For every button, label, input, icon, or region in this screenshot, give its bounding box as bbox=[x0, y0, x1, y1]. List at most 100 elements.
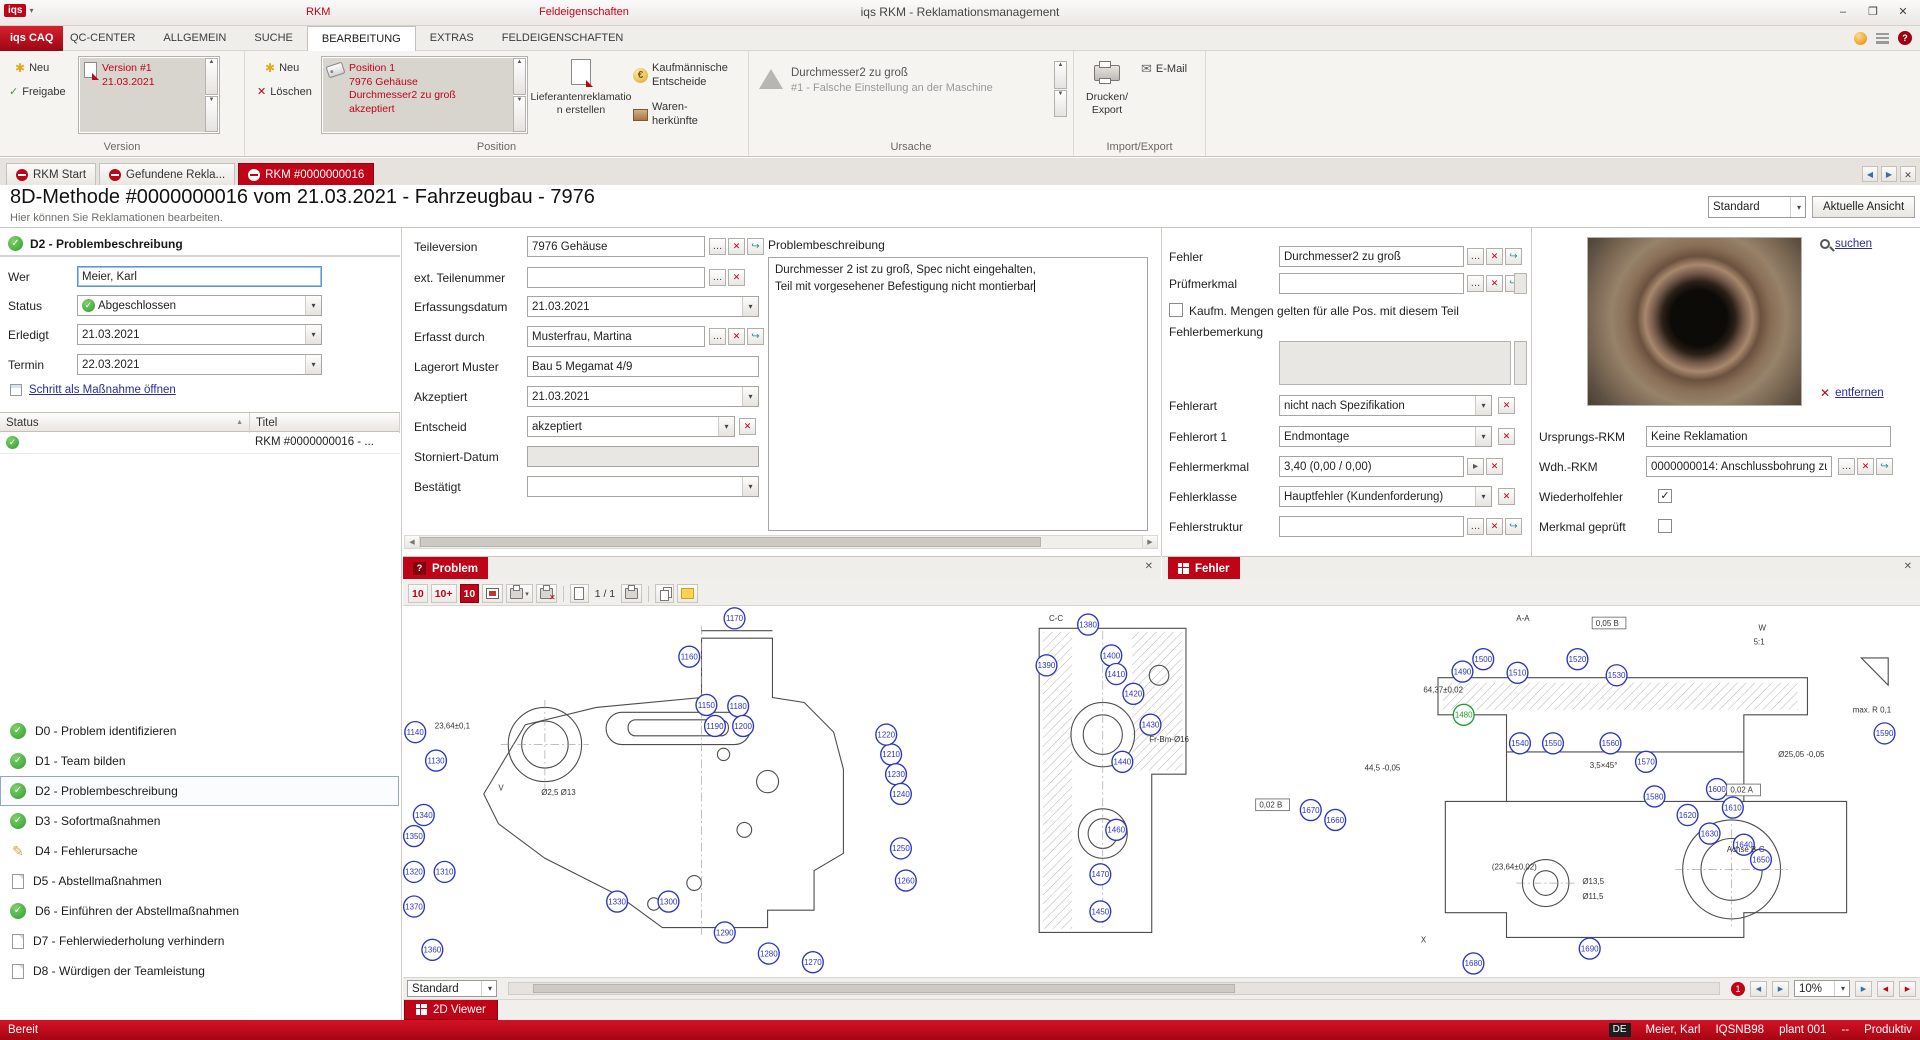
monitor-button[interactable] bbox=[482, 584, 503, 603]
step-item-d5[interactable]: D5 - Abstellmaßnahmen bbox=[0, 866, 399, 896]
minimize-button[interactable]: – bbox=[1828, 1, 1858, 23]
fehler-clear-button[interactable]: ✕ bbox=[1486, 248, 1503, 265]
printer-button[interactable]: ▾ bbox=[506, 584, 533, 603]
erledigt-dropdown-button[interactable]: ▾ bbox=[305, 325, 321, 344]
status-dropdown-button[interactable]: ▾ bbox=[305, 296, 321, 315]
step-item-d2[interactable]: ✓D2 - Problembeschreibung bbox=[0, 776, 399, 806]
version-list-item[interactable]: Version #121.03.2021 bbox=[80, 58, 205, 132]
problem-hscrollbar[interactable]: ◀ ▶ bbox=[404, 535, 1158, 549]
erledigt-select[interactable]: 21.03.2021▾ bbox=[77, 324, 322, 345]
status-select[interactable]: ✓Abgeschlossen▾ bbox=[77, 295, 322, 316]
kaufm-mengen-checkbox[interactable] bbox=[1169, 303, 1183, 317]
step-item-d3[interactable]: ✓D3 - Sofortmaßnahmen bbox=[0, 806, 399, 836]
fehlerstruktur-browse-button[interactable]: … bbox=[1467, 518, 1484, 535]
schritt-als-massnahme-link[interactable]: Schritt als Maßnahme öffnen bbox=[29, 384, 176, 396]
entscheid-select[interactable]: akzeptiert▾ bbox=[527, 416, 735, 437]
wdh-rkm-clear-button[interactable]: ✕ bbox=[1857, 458, 1874, 475]
viewer-step-button[interactable]: ▶ bbox=[1855, 981, 1872, 997]
position-neu-button[interactable]: ✱Neu bbox=[262, 59, 302, 77]
problem-tab[interactable]: ? Problem bbox=[403, 557, 488, 580]
erfasst-durch-clear-button[interactable]: ✕ bbox=[728, 328, 745, 345]
viewer-prev-button[interactable]: ◀ bbox=[1750, 981, 1767, 997]
position-spinner[interactable]: ▲▼ bbox=[513, 58, 526, 132]
pruefmerkmal-input[interactable] bbox=[1279, 273, 1464, 294]
scrollbar-thumb[interactable] bbox=[533, 984, 1235, 993]
page-button[interactable] bbox=[570, 584, 589, 603]
viewer-last-button[interactable]: ▶ bbox=[1899, 981, 1916, 997]
entscheid-clear-button[interactable]: ✕ bbox=[739, 418, 756, 435]
ursache-spinner[interactable]: ▲▼ bbox=[1054, 61, 1067, 117]
step-item-d7[interactable]: D7 - Fehlerwiederholung verhindern bbox=[0, 926, 399, 956]
fehlermerkmal-input[interactable]: 3,40 (0,00 / 0,00) bbox=[1279, 456, 1464, 477]
aktuelle-ansicht-button[interactable]: Aktuelle Ansicht bbox=[1812, 196, 1915, 218]
ext-teilenummer-input[interactable] bbox=[527, 267, 705, 288]
maximize-button[interactable]: ❐ bbox=[1858, 1, 1888, 23]
teileversion-goto-button[interactable]: ↪ bbox=[747, 238, 764, 255]
step-item-d6[interactable]: ✓D6 - Einführen der Abstellmaßnahmen bbox=[0, 896, 399, 926]
erfasst-durch-goto-button[interactable]: ↪ bbox=[747, 328, 764, 345]
pruefmerkmal-clear-button[interactable]: ✕ bbox=[1486, 275, 1503, 292]
fehlerart-clear-button[interactable]: ✕ bbox=[1498, 397, 1515, 414]
warenherkuenfte-button[interactable]: Waren-herkünfte bbox=[630, 99, 701, 131]
email-button[interactable]: ✉E-Mail bbox=[1138, 59, 1190, 79]
scroll-left-arrow[interactable]: ◀ bbox=[405, 536, 420, 548]
column-header-titel[interactable]: Titel bbox=[250, 413, 400, 433]
wiederholfehler-checkbox[interactable]: ✓ bbox=[1658, 489, 1672, 503]
ext-teilenummer-browse-button[interactable]: … bbox=[709, 269, 726, 286]
fehlerart-dropdown-button[interactable]: ▾ bbox=[1475, 396, 1491, 415]
fehlerklasse-select[interactable]: Hauptfehler (Kundenforderung)▾ bbox=[1279, 486, 1492, 507]
drawing-canvas[interactable]: 1130114011501160117011801190120012101220… bbox=[403, 606, 1920, 977]
ribbon-tab-bearbeitung[interactable]: BEARBEITUNG bbox=[307, 26, 416, 51]
ursprungs-rkm-input[interactable]: Keine Reklamation bbox=[1646, 426, 1891, 447]
fehlerbemerkung-textarea[interactable] bbox=[1279, 341, 1511, 385]
lagerort-muster-input[interactable]: Bau 5 Megamat 4/9 bbox=[527, 356, 759, 377]
viewer-hscrollbar[interactable] bbox=[508, 982, 1720, 995]
copy-button[interactable] bbox=[655, 584, 674, 603]
teileversion-browse-button[interactable]: … bbox=[709, 238, 726, 255]
balloon-filter-10-button[interactable]: 10 bbox=[408, 584, 428, 603]
close-button[interactable]: ✕ bbox=[1888, 1, 1918, 23]
tabs-scroll-right-button[interactable]: ▶ bbox=[1881, 166, 1897, 182]
document-tab-rkm-start[interactable]: RKM Start bbox=[6, 163, 96, 185]
table-row[interactable]: ✓ RKM #0000000016 - ... bbox=[0, 432, 400, 454]
problem-close-button[interactable]: ✕ bbox=[1145, 561, 1153, 572]
wdh-rkm-input[interactable]: 0000000014: Anschlussbohrung zu ... bbox=[1646, 456, 1832, 477]
fehlerort-1-dropdown-button[interactable]: ▾ bbox=[1475, 427, 1491, 446]
tabs-scroll-left-button[interactable]: ◀ bbox=[1862, 166, 1878, 182]
bestaetigt-select[interactable]: ▾ bbox=[527, 476, 759, 497]
fehler-tab[interactable]: Fehler bbox=[1168, 557, 1240, 580]
column-header-status[interactable]: Status▲ bbox=[0, 413, 250, 433]
bestaetigt-dropdown-button[interactable]: ▾ bbox=[742, 477, 758, 496]
zoom-select[interactable]: 10%▾ bbox=[1794, 980, 1850, 997]
erfassungsdatum-dropdown-button[interactable]: ▾ bbox=[742, 297, 758, 316]
drucken-export-button[interactable]: Drucken/Export bbox=[1078, 53, 1136, 141]
version-neu-button[interactable]: ✱Neu bbox=[12, 59, 52, 77]
fehlerklasse-dropdown-button[interactable]: ▾ bbox=[1475, 487, 1491, 506]
fehlerstruktur-clear-button[interactable]: ✕ bbox=[1486, 518, 1503, 535]
viewer-first-button[interactable]: ◀ bbox=[1877, 981, 1894, 997]
ext-teilenummer-clear-button[interactable]: ✕ bbox=[728, 269, 745, 286]
version-spinner[interactable]: ▲▼ bbox=[205, 58, 218, 132]
list-icon[interactable] bbox=[1876, 33, 1889, 44]
help-icon[interactable]: ? bbox=[1898, 31, 1912, 45]
kaufmaennische-entscheide-button[interactable]: € KaufmännischeEntscheide bbox=[630, 60, 731, 92]
tab-2d-viewer[interactable]: 2D Viewer bbox=[404, 1000, 498, 1020]
pruefmerkmal-browse-button[interactable]: … bbox=[1467, 275, 1484, 292]
position-loeschen-button[interactable]: ✕Löschen bbox=[254, 83, 315, 100]
ribbon-tab-extras[interactable]: EXTRAS bbox=[416, 26, 488, 51]
akzeptiert-dropdown-button[interactable]: ▾ bbox=[742, 387, 758, 406]
storniert-datum-input[interactable] bbox=[527, 446, 759, 467]
ribbon-tab-suche[interactable]: SUCHE bbox=[240, 26, 307, 51]
orange-ball-icon[interactable] bbox=[1854, 32, 1867, 45]
step-item-d1[interactable]: ✓D1 - Team bilden bbox=[0, 746, 399, 776]
teileversion-input[interactable]: 7976 Gehäuse bbox=[527, 236, 705, 257]
scrollbar-thumb[interactable] bbox=[420, 537, 1041, 547]
entscheid-dropdown-button[interactable]: ▾ bbox=[718, 417, 734, 436]
merkmal-geprueft-checkbox[interactable] bbox=[1658, 519, 1672, 533]
erfasst-durch-input[interactable]: Musterfrau, Martina bbox=[527, 326, 705, 347]
position-list-item[interactable]: Position 1 7976 Gehäuse Durchmesser2 zu … bbox=[323, 58, 513, 132]
termin-select[interactable]: 22.03.2021▾ bbox=[77, 354, 322, 375]
wdh-rkm-goto-button[interactable]: ↪ bbox=[1876, 458, 1893, 475]
ribbon-tab-allgemein[interactable]: ALLGEMEIN bbox=[149, 26, 240, 51]
view-select[interactable]: Standard▾ bbox=[1708, 196, 1806, 218]
